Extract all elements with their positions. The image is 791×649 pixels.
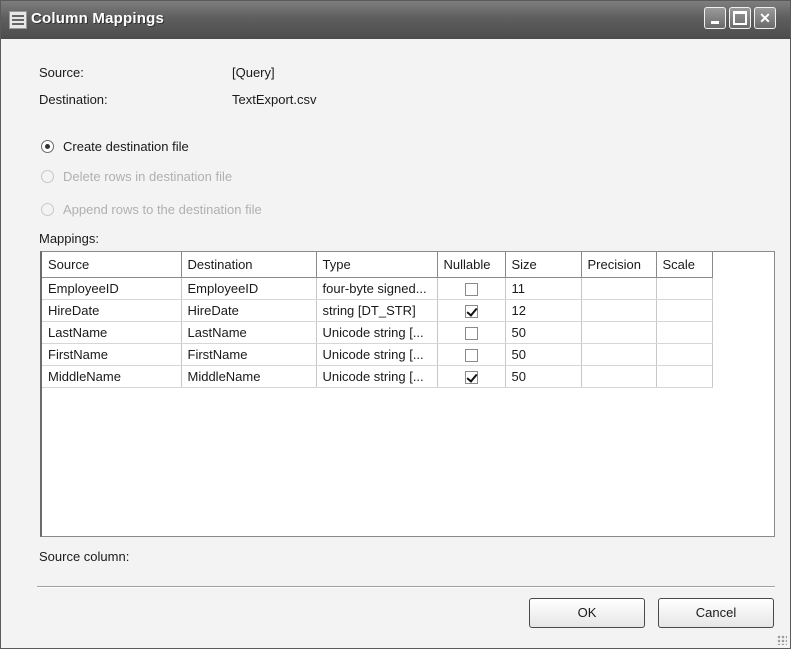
- destination-label: Destination:: [39, 92, 108, 107]
- cell-size[interactable]: 12: [505, 299, 582, 322]
- table-row[interactable]: FirstName FirstName Unicode string [... 50: [42, 343, 713, 366]
- source-label: Source:: [39, 65, 84, 80]
- cell-destination[interactable]: MiddleName: [181, 365, 317, 388]
- column-mappings-dialog: Column Mappings ✕ Source: [Query] Destin…: [0, 0, 791, 649]
- cell-precision[interactable]: [581, 321, 657, 344]
- cell-source[interactable]: HireDate: [42, 299, 182, 322]
- cell-source[interactable]: FirstName: [42, 343, 182, 366]
- cell-destination[interactable]: HireDate: [181, 299, 317, 322]
- cell-scale[interactable]: [656, 343, 713, 366]
- dialog-title: Column Mappings: [31, 10, 164, 27]
- nullable-checkbox[interactable]: [464, 370, 478, 384]
- close-icon: ✕: [759, 9, 771, 26]
- destination-value: TextExport.csv: [232, 92, 317, 107]
- cell-nullable[interactable]: [437, 299, 506, 322]
- nullable-checkbox[interactable]: [464, 326, 478, 340]
- source-column-label: Source column:: [39, 549, 130, 564]
- cell-scale[interactable]: [656, 365, 713, 388]
- mappings-label: Mappings:: [39, 231, 99, 246]
- column-header-nullable[interactable]: Nullable: [437, 252, 506, 278]
- source-value: [Query]: [232, 65, 275, 80]
- cell-type[interactable]: Unicode string [...: [316, 343, 438, 366]
- table-row[interactable]: EmployeeID EmployeeID four-byte signed... 1…: [42, 277, 713, 300]
- column-header-destination[interactable]: Destination: [181, 252, 317, 278]
- cell-size[interactable]: 50: [505, 321, 582, 344]
- cancel-button[interactable]: Cancel: [658, 598, 774, 628]
- cell-destination[interactable]: LastName: [181, 321, 317, 344]
- delete-rows-radio: [41, 170, 54, 183]
- minimize-button[interactable]: [704, 7, 726, 29]
- cell-precision[interactable]: [581, 365, 657, 388]
- cell-scale[interactable]: [656, 299, 713, 322]
- delete-rows-label: Delete rows in destination file: [63, 169, 233, 184]
- cell-destination[interactable]: FirstName: [181, 343, 317, 366]
- append-rows-label: Append rows to the destination file: [63, 202, 262, 217]
- minimize-icon: [711, 21, 719, 24]
- nullable-checkbox[interactable]: [464, 348, 478, 362]
- table-row[interactable]: MiddleName MiddleName Unicode string [... 5…: [42, 365, 713, 388]
- table-row[interactable]: HireDate HireDate string [DT_STR] 12: [42, 299, 713, 322]
- cell-source[interactable]: LastName: [42, 321, 182, 344]
- cell-nullable[interactable]: [437, 277, 506, 300]
- create-destination-file-option[interactable]: Create destination file: [41, 139, 189, 154]
- cell-source[interactable]: MiddleName: [42, 365, 182, 388]
- column-header-scale[interactable]: Scale: [656, 252, 713, 278]
- cell-scale[interactable]: [656, 321, 713, 344]
- cell-type[interactable]: four-byte signed...: [316, 277, 438, 300]
- mappings-table: Source Destination Type Nullable Size Pr…: [42, 252, 713, 388]
- create-destination-file-radio[interactable]: [41, 140, 54, 153]
- delete-rows-option: Delete rows in destination file: [41, 169, 232, 184]
- button-separator: [37, 586, 775, 588]
- cell-size[interactable]: 50: [505, 365, 582, 388]
- cell-type[interactable]: Unicode string [...: [316, 365, 438, 388]
- cell-precision[interactable]: [581, 343, 657, 366]
- cell-type[interactable]: string [DT_STR]: [316, 299, 438, 322]
- append-rows-radio: [41, 203, 54, 216]
- cell-precision[interactable]: [581, 299, 657, 322]
- maximize-icon: [733, 11, 747, 25]
- header-row: Source Destination Type Nullable Size Pr…: [42, 252, 713, 278]
- column-header-source[interactable]: Source: [42, 252, 182, 278]
- cell-scale[interactable]: [656, 277, 713, 300]
- cell-size[interactable]: 11: [505, 277, 582, 300]
- column-header-type[interactable]: Type: [316, 252, 438, 278]
- cell-type[interactable]: Unicode string [...: [316, 321, 438, 344]
- title-bar[interactable]: Column Mappings ✕: [1, 1, 790, 39]
- mappings-grid[interactable]: Source Destination Type Nullable Size Pr…: [40, 251, 775, 537]
- cell-nullable[interactable]: [437, 321, 506, 344]
- column-header-precision[interactable]: Precision: [581, 252, 657, 278]
- maximize-button[interactable]: [729, 7, 751, 29]
- cell-size[interactable]: 50: [505, 343, 582, 366]
- column-header-size[interactable]: Size: [505, 252, 582, 278]
- ok-button[interactable]: OK: [529, 598, 645, 628]
- dialog-icon: [9, 11, 27, 29]
- create-destination-file-label: Create destination file: [63, 139, 189, 154]
- cell-nullable[interactable]: [437, 343, 506, 366]
- table-row[interactable]: LastName LastName Unicode string [... 50: [42, 321, 713, 344]
- cell-precision[interactable]: [581, 277, 657, 300]
- nullable-checkbox[interactable]: [464, 282, 478, 296]
- append-rows-option: Append rows to the destination file: [41, 202, 262, 217]
- cell-destination[interactable]: EmployeeID: [181, 277, 317, 300]
- cell-nullable[interactable]: [437, 365, 506, 388]
- close-button[interactable]: ✕: [754, 7, 776, 29]
- cell-source[interactable]: EmployeeID: [42, 277, 182, 300]
- nullable-checkbox[interactable]: [464, 304, 478, 318]
- resize-grip-icon[interactable]: [777, 635, 787, 645]
